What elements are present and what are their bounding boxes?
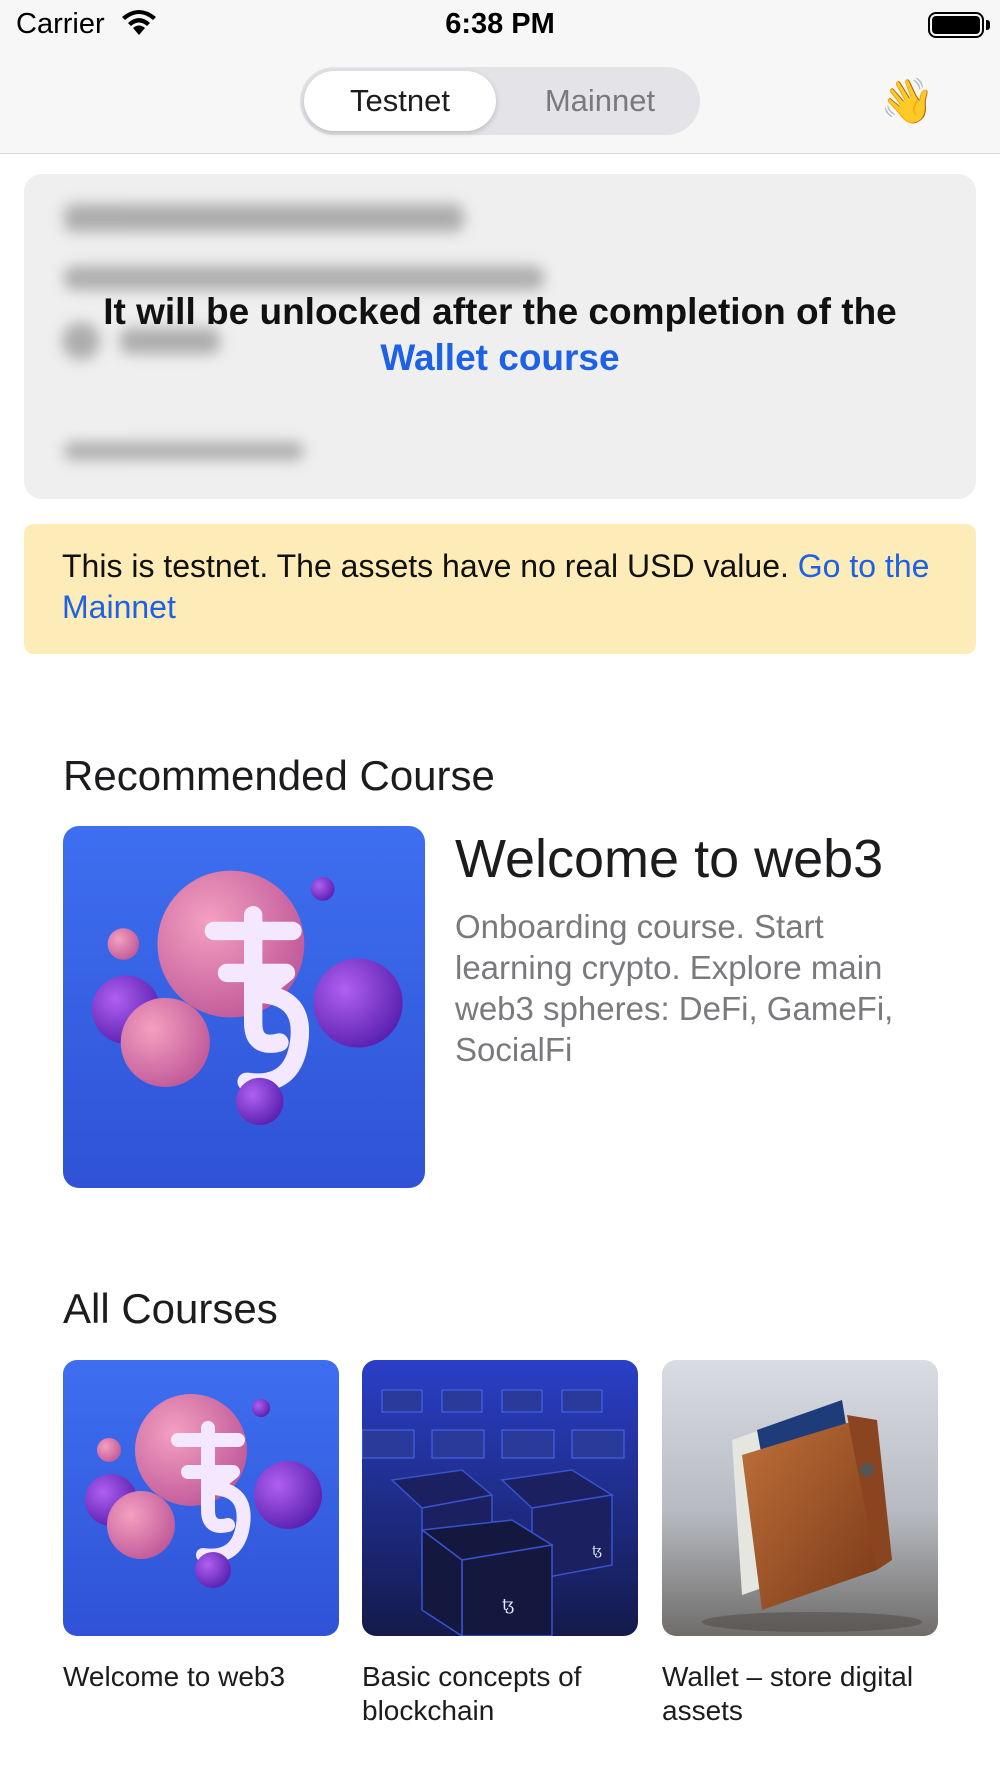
blockchain-cubes-image: ꜩ ꜩ	[362, 1360, 638, 1636]
leather-wallet-image	[662, 1360, 938, 1636]
tab-testnet[interactable]: Testnet	[304, 71, 496, 131]
course-image[interactable]	[63, 1360, 339, 1636]
unlock-message-text: It will be unlocked after the completion…	[103, 291, 897, 332]
testnet-banner: This is testnet. The assets have no real…	[24, 524, 976, 654]
svg-text:ꜩ: ꜩ	[502, 1595, 514, 1614]
course-image[interactable]: ꜩ ꜩ	[362, 1360, 638, 1636]
recommended-course-name[interactable]: Welcome to web3	[455, 828, 975, 890]
network-segmented-control: Testnet Mainnet	[300, 67, 700, 135]
svg-text:ꜩ: ꜩ	[592, 1544, 602, 1559]
battery-icon	[928, 12, 984, 38]
blurred-balance-secondary	[64, 266, 544, 290]
unlock-message: It will be unlocked after the completion…	[24, 289, 976, 381]
status-bar: Carrier 6:38 PM	[0, 0, 1000, 52]
course-card[interactable]: Welcome to web3	[63, 1360, 339, 1694]
locked-wallet-card: It will be unlocked after the completion…	[24, 174, 976, 499]
course-title: Welcome to web3	[63, 1661, 286, 1692]
wallet-course-link[interactable]: Wallet course	[24, 335, 976, 381]
course-title: Basic concepts of blockchain	[362, 1661, 582, 1726]
recommended-course-title: Recommended Course	[63, 752, 495, 799]
battery-tip	[986, 20, 990, 30]
all-courses-title: All Courses	[63, 1285, 278, 1332]
tezos-spheres-image	[63, 826, 425, 1188]
recommended-course-image[interactable]	[63, 826, 425, 1188]
course-card[interactable]: Wallet – store digital assets	[662, 1360, 938, 1728]
tab-mainnet[interactable]: Mainnet	[504, 71, 696, 131]
clock: 6:38 PM	[445, 8, 555, 40]
recommended-course-description: Onboarding course. Start learning crypto…	[455, 908, 894, 1068]
course-image[interactable]	[662, 1360, 938, 1636]
course-card[interactable]: ꜩ ꜩ Basic concepts of blockchain	[362, 1360, 638, 1728]
waving-hand-icon[interactable]: 👋	[880, 76, 935, 128]
blurred-balance	[64, 204, 464, 232]
course-title: Wallet – store digital assets	[662, 1661, 914, 1726]
testnet-banner-text: This is testnet. The assets have no real…	[62, 548, 789, 584]
blurred-address	[64, 442, 304, 460]
nav-bar: Testnet Mainnet 👋	[0, 52, 1000, 154]
tezos-spheres-image	[63, 1360, 339, 1636]
